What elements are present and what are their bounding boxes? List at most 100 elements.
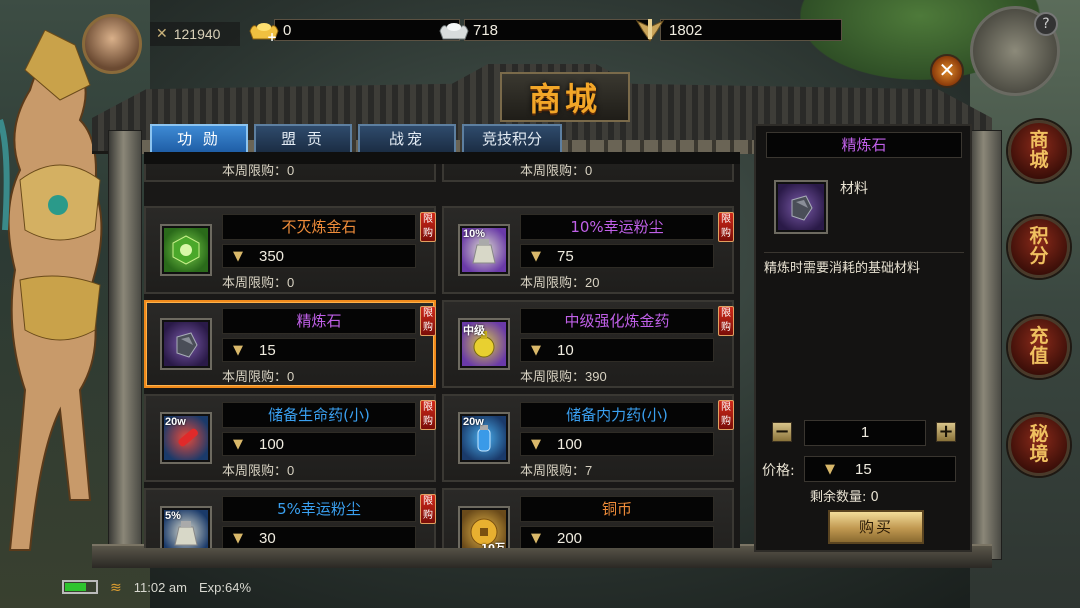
item-name: 5%幸运粉尘 xyxy=(222,496,416,522)
item-thumbnail: 10万 xyxy=(458,506,510,548)
detail-description: 精炼时需要消耗的基础材料 xyxy=(764,261,921,276)
item-name: 铜币 xyxy=(520,496,714,522)
side-button-label: 商城 xyxy=(1029,129,1049,171)
limit-badge: 限购 xyxy=(420,494,436,524)
potion-flask-icon: 中级 xyxy=(462,322,506,366)
side-button-label: 充值 xyxy=(1029,325,1049,367)
item-thumbnail: 5% xyxy=(160,506,212,548)
side-button-points[interactable]: 积分 xyxy=(1008,216,1070,278)
price-value: 15 xyxy=(855,460,872,478)
tab-arena-points[interactable]: 竞技积分 xyxy=(462,124,562,154)
weekly-limit: 本周限购：0 xyxy=(222,463,295,479)
combat-power-display: ✕ 121940 xyxy=(150,22,240,46)
item-price: ▼ 75 xyxy=(520,244,714,268)
limit-badge: 限购 xyxy=(718,306,734,336)
clock: 11:02 am xyxy=(133,579,187,595)
minus-icon: − xyxy=(774,421,790,442)
trophy-icon xyxy=(632,15,668,45)
list-item[interactable]: 10% 10%幸运粉尘 限购 ▼ 75 本周限购：20 xyxy=(442,206,734,294)
item-name: 不灭炼金石 xyxy=(222,214,416,240)
trophy-icon: ▼ xyxy=(233,342,243,358)
trophy-icon: ▼ xyxy=(233,530,243,546)
close-button[interactable]: ✕ xyxy=(930,54,964,88)
list-header-band xyxy=(144,152,740,164)
window-title: 商城 xyxy=(528,80,601,118)
increase-button[interactable]: + xyxy=(936,422,956,442)
buy-button[interactable]: 购买 xyxy=(828,510,924,544)
quantity-field[interactable]: 1 xyxy=(804,420,926,446)
limit-badge: 限购 xyxy=(718,212,734,242)
left-pillar xyxy=(108,130,142,560)
list-item[interactable]: 本周限购：0 xyxy=(144,164,436,182)
side-button-label: 秘境 xyxy=(1029,423,1049,465)
gold-currency: + 0 xyxy=(246,15,460,45)
item-price: ▼ 15 xyxy=(222,338,416,362)
item-thumbnail xyxy=(160,318,212,370)
side-button-secret-realm[interactable]: 秘境 xyxy=(1008,414,1070,476)
right-pillar xyxy=(968,130,1002,560)
price-field: ▼ 15 xyxy=(804,456,956,482)
experience-percent: Exp:64% xyxy=(198,579,252,595)
gold-ingot-icon: + xyxy=(246,15,282,45)
tab-alliance[interactable]: 盟 贡 xyxy=(254,124,352,154)
item-price: ▼ 30 xyxy=(222,526,416,548)
item-thumbnail: 10% xyxy=(458,224,510,276)
item-name: 中级强化炼金药 xyxy=(520,308,714,334)
silver-ingot-icon xyxy=(436,15,472,45)
tab-pet[interactable]: 战宠 xyxy=(358,124,456,154)
trophy-icon: ▼ xyxy=(531,342,541,358)
help-button[interactable]: ? xyxy=(1034,12,1058,36)
decrease-button[interactable]: − xyxy=(772,422,792,442)
health-potion-icon: 20w xyxy=(164,416,208,460)
quantity-stepper: − 1 + xyxy=(772,420,962,446)
detail-thumbnail xyxy=(774,180,828,234)
item-name: 储备内力药(小) xyxy=(520,402,714,428)
trophy-icon: ▼ xyxy=(233,248,243,264)
item-list[interactable]: 本周限购：0 本周限购：0 不灭炼金石 限购 ▼ 350 本周限购：0 10% 1… xyxy=(144,164,740,548)
alchemy-stone-icon xyxy=(164,228,208,272)
refining-stone-icon xyxy=(164,322,208,366)
tab-merit[interactable]: 功 勋 xyxy=(150,124,248,154)
item-thumbnail: 中级 xyxy=(458,318,510,370)
list-item[interactable]: 10万 铜币 ▼200 xyxy=(442,488,734,548)
weekly-limit: 本周限购：0 xyxy=(520,164,593,179)
list-item[interactable]: 不灭炼金石 限购 ▼ 350 本周限购：0 xyxy=(144,206,436,294)
side-button-recharge[interactable]: 充值 xyxy=(1008,316,1070,378)
list-item[interactable]: 20w 储备生命药(小) 限购 ▼ 100 本周限购：0 xyxy=(144,394,436,482)
item-thumbnail xyxy=(160,224,212,276)
wifi-icon: ≋ xyxy=(110,578,122,595)
close-icon: ✕ xyxy=(938,58,956,82)
limit-badge: 限购 xyxy=(420,400,436,430)
list-item-selected[interactable]: 精炼石 限购 ▼ 15 本周限购：0 xyxy=(144,300,436,388)
trophy-icon: ▼ xyxy=(531,530,541,546)
detail-title: 精炼石 xyxy=(766,132,962,158)
item-price: ▼ 100 xyxy=(222,432,416,456)
copper-coin-icon: 10万 xyxy=(462,510,506,548)
total-price: 价格: ▼ 15 xyxy=(762,456,968,482)
detail-item-type: 材料 xyxy=(840,181,868,197)
silver-currency: 718 xyxy=(436,18,650,42)
side-button-shop[interactable]: 商城 xyxy=(1008,120,1070,182)
item-name: 10%幸运粉尘 xyxy=(520,214,714,240)
combat-power-value: 121940 xyxy=(173,26,221,42)
item-name: 精炼石 xyxy=(222,308,416,334)
weekly-limit: 本周限购：0 xyxy=(222,275,295,291)
weekly-limit: 本周限购：7 xyxy=(520,463,593,479)
luck-dust-icon: 5% xyxy=(164,510,208,548)
trophy-icon: ▼ xyxy=(531,436,541,452)
silver-value: 718 xyxy=(464,19,650,41)
side-button-label: 积分 xyxy=(1029,225,1049,267)
trophy-icon: ▼ xyxy=(233,436,243,452)
list-item[interactable]: 5% 5%幸运粉尘 限购 ▼ 30 xyxy=(144,488,436,548)
item-detail-panel: 精炼石 材料 精炼时需要消耗的基础材料 − 1 + 价格: ▼ 15 剩余数量:… xyxy=(754,124,972,552)
list-item[interactable]: 本周限购：0 xyxy=(442,164,734,182)
item-thumbnail: 20w xyxy=(160,412,212,464)
list-item[interactable]: 中级 中级强化炼金药 限购 ▼ 10 本周限购：390 xyxy=(442,300,734,388)
list-item[interactable]: 20w 储备内力药(小) 限购 ▼ 100 本周限购：7 xyxy=(442,394,734,482)
item-price: ▼ 200 xyxy=(520,526,714,548)
limit-badge: 限购 xyxy=(718,400,734,430)
gold-value: 0 xyxy=(274,19,460,41)
item-name: 储备生命药(小) xyxy=(222,402,416,428)
weekly-limit: 本周限购：20 xyxy=(520,275,600,291)
svg-text:+: + xyxy=(267,30,277,43)
